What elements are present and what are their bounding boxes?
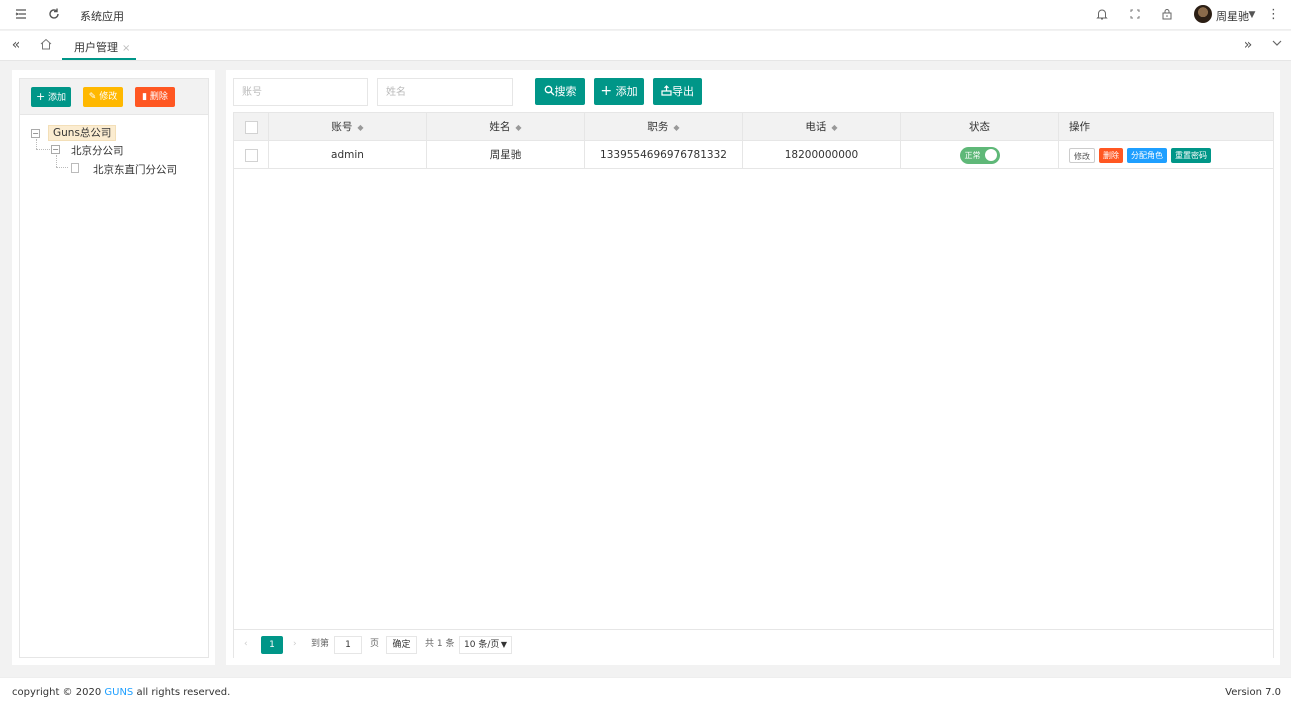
tree-toolbar: + 添加 ✎ 修改 ▮ 删除 xyxy=(20,79,208,115)
more-vertical-icon[interactable]: ⋮ xyxy=(1267,7,1280,23)
col-status: 状态 xyxy=(901,113,1059,141)
col-position[interactable]: 职务 ◆ xyxy=(585,113,743,141)
search-label: 搜索 xyxy=(554,85,577,98)
account-search-input[interactable] xyxy=(233,78,368,106)
page-size-select[interactable]: 10 条/页 ▼ xyxy=(459,636,512,654)
copyright: copyright © 2020 GUNS all rights reserve… xyxy=(12,687,231,698)
row-checkbox[interactable] xyxy=(244,148,258,162)
footer: copyright © 2020 GUNS all rights reserve… xyxy=(0,677,1291,705)
user-table: 账号 ◆ 姓名 ◆ 职务 ◆ 电话 ◆ 状态 操作 admin 周星驰 13395546… xyxy=(233,112,1274,658)
file-icon xyxy=(71,163,79,173)
sort-icon[interactable]: ◆ xyxy=(673,123,679,132)
home-icon[interactable] xyxy=(38,37,54,53)
tree-node-grandchild[interactable]: 北京东直门分公司 xyxy=(93,162,177,177)
prev-page-icon[interactable]: ‹ xyxy=(244,636,248,653)
tree-delete-label: 删除 xyxy=(149,92,168,102)
caret-down-icon[interactable]: ▼ xyxy=(1246,7,1258,23)
cell-position: 1339554696976781332 xyxy=(585,141,743,169)
org-tree-panel: + 添加 ✎ 修改 ▮ 删除 − Guns总公司 − 北京分公司 北京东直门分公… xyxy=(12,70,215,665)
tab-user-management[interactable]: 用户管理 × xyxy=(62,31,136,60)
sort-icon[interactable]: ◆ xyxy=(831,123,837,132)
tree-collapse-icon[interactable]: − xyxy=(31,129,40,138)
pagination: ‹ 1 › 到第 1 页 确定 共 1 条 10 条/页 ▼ xyxy=(234,629,1273,658)
cell-phone: 18200000000 xyxy=(743,141,901,169)
org-tree-box: + 添加 ✎ 修改 ▮ 删除 − Guns总公司 − 北京分公司 北京东直门分公… xyxy=(19,78,209,658)
col-actions: 操作 xyxy=(1069,121,1090,133)
reset-password-button[interactable]: 重置密码 xyxy=(1171,147,1211,163)
search-button[interactable]: 搜索 xyxy=(535,78,585,105)
tab-close-icon[interactable]: × xyxy=(122,43,130,54)
user-name[interactable]: 周星驰 xyxy=(1216,8,1249,24)
export-icon xyxy=(661,85,672,96)
status-toggle-label: 正常 xyxy=(964,150,981,160)
scroll-left-icon[interactable]: « xyxy=(8,37,24,53)
user-list-panel: 搜索 + 添加 导出 账号◆ 姓名◆ 职务◆ 电话◆ 状态 操作 admin 周… xyxy=(226,70,1280,665)
tree-node-root[interactable]: Guns总公司 xyxy=(48,125,117,141)
table-row[interactable]: admin 周星驰 1339554696976781332 1820000000… xyxy=(234,141,1273,169)
app-title[interactable]: 系统应用 xyxy=(80,8,124,24)
trash-icon: ▮ xyxy=(142,92,148,102)
tree-collapse-icon[interactable]: − xyxy=(51,145,60,154)
export-label: 导出 xyxy=(672,85,694,98)
status-toggle[interactable]: 正常 xyxy=(959,146,1000,164)
name-search-input[interactable] xyxy=(377,78,513,106)
col-name[interactable]: 姓名 ◆ xyxy=(427,113,585,141)
chevron-down-icon: ▼ xyxy=(500,640,507,649)
header-checkbox-cell xyxy=(234,113,269,141)
tree-line xyxy=(56,167,68,168)
sort-icon[interactable]: ◆ xyxy=(515,123,521,132)
tree-line xyxy=(36,139,37,149)
goto-label: 到第 xyxy=(311,639,330,649)
sort-icon[interactable]: ◆ xyxy=(357,123,363,132)
export-button[interactable]: 导出 xyxy=(653,78,702,105)
select-all-checkbox[interactable] xyxy=(244,120,258,134)
pencil-icon: ✎ xyxy=(88,92,97,102)
bell-icon[interactable] xyxy=(1094,7,1110,23)
add-user-button[interactable]: + 添加 xyxy=(594,78,644,105)
col-phone[interactable]: 电话 ◆ xyxy=(743,113,901,141)
total-count: 共 1 条 xyxy=(425,639,455,649)
tree-edit-button[interactable]: ✎ 修改 xyxy=(83,87,123,107)
cell-actions: 修改 删除 分配角色 重置密码 xyxy=(1059,141,1273,169)
tree-delete-button[interactable]: ▮ 删除 xyxy=(135,87,175,107)
page-unit-label: 页 xyxy=(370,639,380,649)
plus-icon: + xyxy=(600,83,613,99)
row-checkbox-cell xyxy=(234,141,269,169)
current-page[interactable]: 1 xyxy=(261,636,283,654)
tree-line xyxy=(36,149,50,150)
tree-add-label: 添加 xyxy=(48,93,67,103)
plus-icon: + xyxy=(35,90,46,103)
search-icon xyxy=(544,85,554,96)
tree-node-child[interactable]: 北京分公司 xyxy=(71,143,124,158)
fullscreen-icon[interactable] xyxy=(1127,7,1143,23)
tab-bar: « 用户管理 × » xyxy=(0,31,1291,61)
refresh-icon[interactable] xyxy=(46,7,62,23)
goto-confirm-button[interactable]: 确定 xyxy=(386,636,417,654)
tab-label: 用户管理 xyxy=(74,41,118,54)
scroll-right-icon[interactable]: » xyxy=(1240,37,1256,53)
delete-user-button[interactable]: 删除 xyxy=(1099,147,1123,163)
version-label: Version 7.0 xyxy=(1225,687,1281,698)
top-header: 系统应用 周星驰 ▼ ⋮ xyxy=(0,0,1291,30)
next-page-icon[interactable]: › xyxy=(293,636,297,653)
avatar[interactable] xyxy=(1194,5,1212,23)
table-header: 账号 ◆ 姓名 ◆ 职务 ◆ 电话 ◆ 状态 操作 xyxy=(234,113,1273,141)
edit-user-button[interactable]: 修改 xyxy=(1069,147,1095,163)
tree-add-button[interactable]: + 添加 xyxy=(31,87,71,107)
lock-icon[interactable] xyxy=(1159,7,1175,23)
cell-name: 周星驰 xyxy=(427,141,585,169)
goto-page-input[interactable]: 1 xyxy=(334,636,362,654)
menu-fold-icon[interactable] xyxy=(13,7,29,23)
col-account[interactable]: 账号 ◆ xyxy=(269,113,427,141)
tree-line xyxy=(56,155,57,167)
assign-role-button[interactable]: 分配角色 xyxy=(1127,147,1167,163)
cell-status: 正常 xyxy=(901,141,1059,169)
toggle-knob xyxy=(984,148,997,161)
brand-link[interactable]: GUNS xyxy=(104,687,133,698)
tree-edit-label: 修改 xyxy=(99,92,118,102)
chevron-down-icon[interactable] xyxy=(1269,37,1285,53)
add-user-label: 添加 xyxy=(615,85,638,98)
cell-account: admin xyxy=(269,141,427,169)
